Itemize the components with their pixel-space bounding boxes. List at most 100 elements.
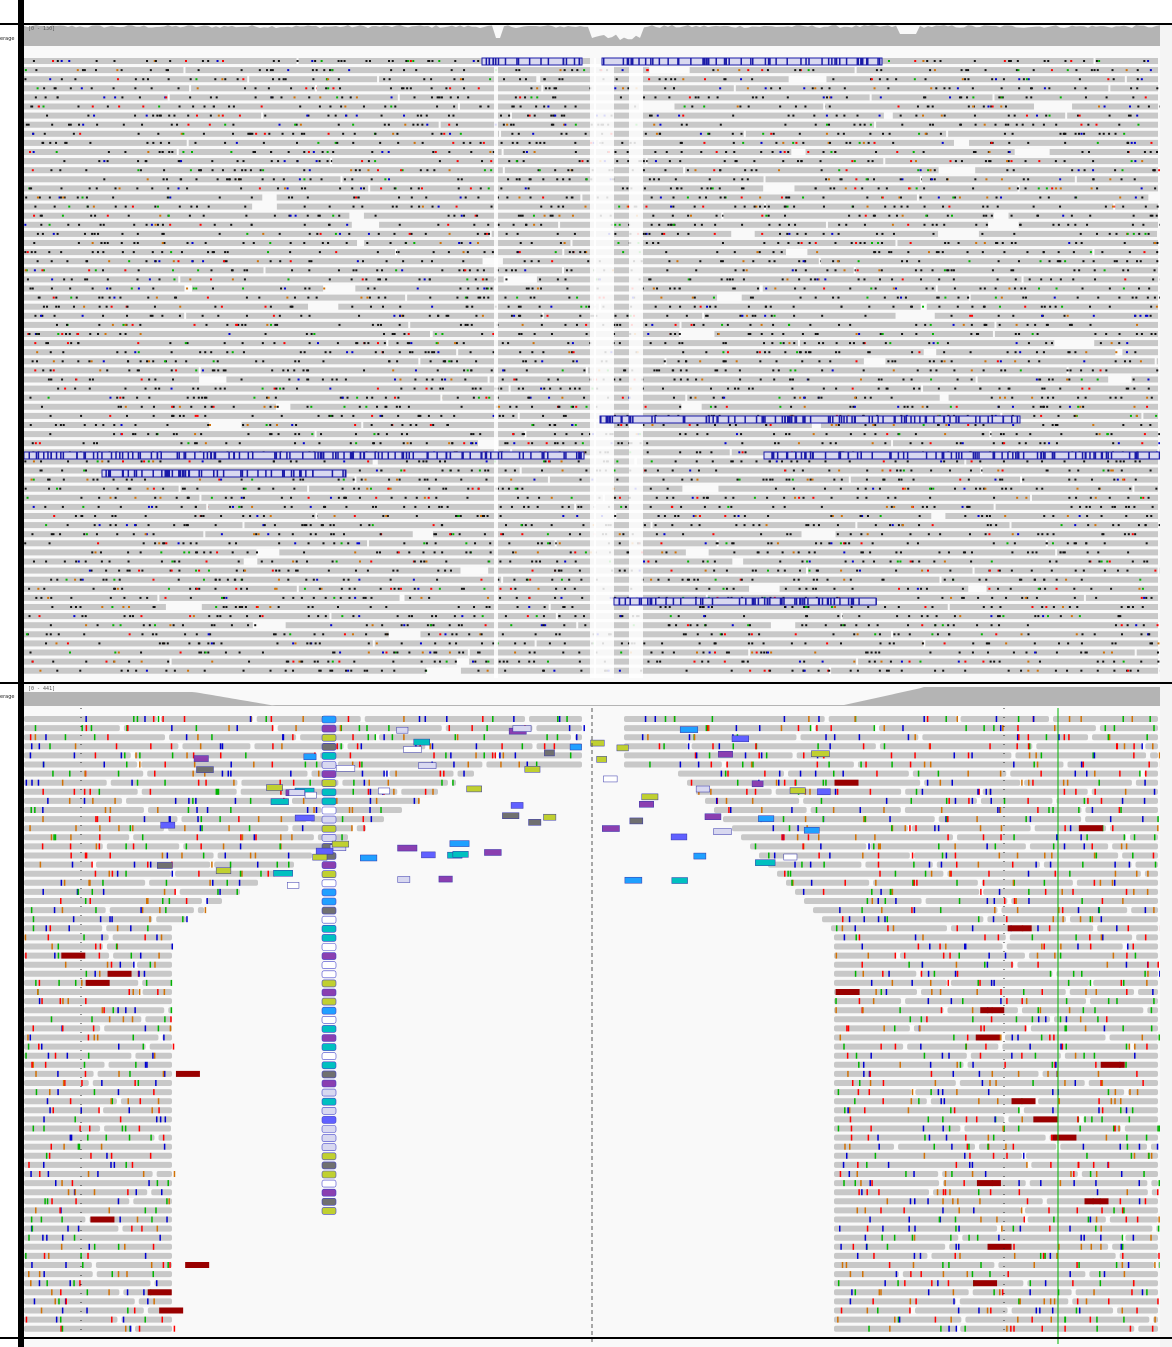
mismatch — [283, 342, 286, 345]
mismatch — [1083, 460, 1086, 463]
mismatch — [853, 160, 856, 163]
mismatch — [394, 378, 397, 381]
mismatch — [163, 169, 166, 172]
mismatch — [1012, 424, 1015, 426]
mismatch — [299, 105, 302, 108]
mismatch — [621, 396, 624, 399]
mismatch — [77, 342, 80, 345]
mismatch — [178, 314, 181, 317]
mismatch — [313, 333, 316, 335]
mismatch — [575, 323, 578, 326]
mismatch — [96, 251, 99, 254]
mismatch — [658, 369, 661, 372]
mismatch — [689, 214, 692, 217]
mismatch — [365, 405, 368, 408]
mismatch — [403, 469, 406, 472]
mismatch — [519, 242, 522, 244]
mismatch — [277, 433, 280, 436]
mismatch — [1042, 251, 1045, 254]
mismatch — [422, 460, 425, 463]
mismatch — [420, 560, 423, 563]
mismatch — [923, 187, 926, 190]
mismatch — [43, 87, 46, 90]
mismatch — [353, 587, 356, 590]
mismatch — [1146, 560, 1149, 563]
mismatch — [962, 551, 965, 554]
mismatch — [186, 287, 189, 290]
top-alignment-track[interactable] — [24, 24, 1160, 684]
mismatch — [114, 96, 117, 99]
mismatch — [715, 214, 718, 217]
mismatch — [937, 387, 940, 390]
mismatch — [585, 305, 588, 308]
mismatch — [814, 87, 817, 90]
read — [432, 531, 802, 538]
mismatch — [787, 114, 790, 117]
mismatch — [866, 296, 869, 299]
mismatch — [189, 78, 192, 81]
mismatch — [232, 105, 235, 108]
mismatch — [122, 323, 125, 326]
mismatch — [348, 587, 351, 590]
mismatch — [1074, 196, 1077, 199]
mismatch — [747, 105, 750, 108]
mismatch — [812, 524, 815, 527]
coverage-track-label-bottom[interactable]: erage — [0, 694, 14, 700]
mismatch — [128, 606, 131, 608]
mismatch — [244, 487, 247, 490]
mismatch — [45, 342, 48, 345]
mismatch — [366, 296, 369, 299]
mismatch — [80, 87, 83, 90]
mismatch — [1070, 323, 1073, 326]
mismatch — [34, 369, 37, 372]
mismatch — [291, 533, 294, 536]
mismatch — [812, 433, 815, 436]
mismatch — [295, 424, 298, 426]
mismatch — [1014, 333, 1017, 335]
mismatch — [702, 205, 705, 208]
mismatch — [238, 606, 241, 608]
mismatch — [585, 405, 588, 408]
mismatch — [65, 578, 68, 581]
mismatch — [370, 178, 373, 181]
mismatch — [1059, 405, 1062, 408]
mismatch — [759, 360, 762, 363]
mismatch — [430, 260, 433, 263]
mismatch — [511, 132, 514, 135]
mismatch — [1083, 132, 1086, 135]
alignment-data-panel[interactable]: [0 - 130] [0 - 441] — [24, 24, 1160, 1347]
mismatch — [291, 196, 294, 199]
mismatch — [1004, 487, 1007, 490]
mismatch — [1087, 123, 1090, 126]
mismatch — [972, 187, 975, 190]
mismatch — [190, 405, 193, 408]
mismatch — [972, 105, 975, 108]
coverage-track-label-top[interactable]: erage — [0, 36, 14, 42]
read — [1002, 412, 1142, 419]
mismatch — [1150, 596, 1153, 599]
mismatch — [427, 60, 430, 62]
mismatch — [355, 196, 358, 199]
mismatch — [146, 487, 149, 490]
mismatch — [199, 223, 202, 226]
mismatch — [391, 333, 394, 335]
mismatch — [793, 314, 796, 317]
mismatch — [522, 387, 525, 390]
mismatch — [837, 424, 840, 426]
mismatch — [664, 169, 667, 172]
mismatch — [68, 333, 71, 335]
mismatch — [55, 141, 58, 144]
mismatch — [731, 278, 734, 281]
mismatch — [476, 269, 479, 272]
mismatch — [972, 151, 975, 153]
mismatch — [1010, 269, 1013, 272]
mismatch — [489, 151, 492, 153]
mismatch — [1144, 205, 1147, 208]
mismatch — [168, 141, 171, 144]
mismatch — [685, 123, 688, 126]
mismatch — [299, 478, 302, 481]
mismatch — [61, 333, 64, 335]
mismatch — [214, 387, 217, 390]
mismatch — [225, 606, 228, 608]
mismatch — [29, 424, 32, 426]
